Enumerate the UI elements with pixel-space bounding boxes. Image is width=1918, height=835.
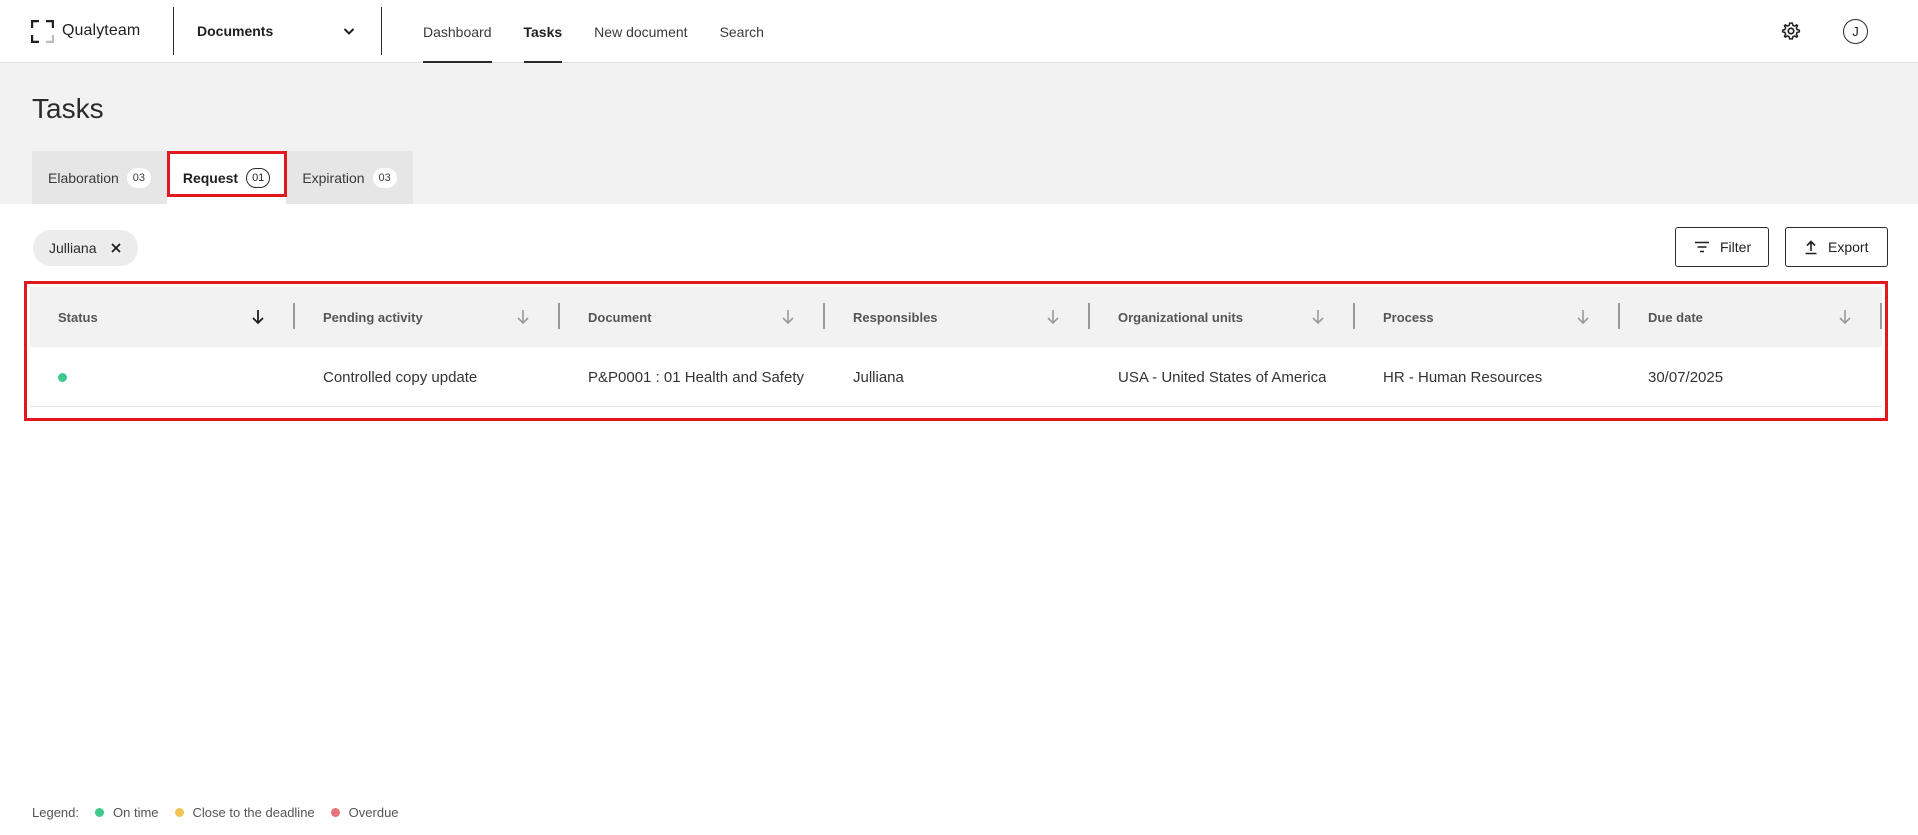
nav-tasks[interactable]: Tasks [523, 0, 562, 63]
sort-arrow-icon[interactable] [1311, 309, 1325, 325]
column-header-responsibles[interactable]: Responsibles [825, 287, 1090, 347]
cell-document[interactable]: P&P0001 : 01 Health and Safety [560, 347, 825, 407]
status-dot [58, 372, 67, 382]
column-label: Responsibles [853, 309, 938, 325]
column-header-pending-activity[interactable]: Pending activity [295, 287, 560, 347]
sort-arrow-icon[interactable] [251, 309, 265, 325]
column-label: Organizational units [1118, 309, 1243, 325]
export-button-label: Export [1828, 239, 1869, 255]
cell-responsibles: Julliana [825, 347, 1090, 407]
filter-button-label: Filter [1720, 239, 1752, 255]
cell-organizational-units: USA - United States of America [1090, 347, 1355, 407]
tab-request[interactable]: Request 01 [166, 151, 287, 204]
sort-arrow-icon[interactable] [1576, 309, 1590, 325]
legend-item-overdue: Overdue [330, 805, 399, 820]
page-title: Tasks [32, 93, 104, 124]
organizational-units-text: USA - United States of America [1118, 368, 1327, 386]
tab-label: Elaboration [48, 169, 119, 186]
cell-process: HR - Human Resources [1355, 347, 1620, 407]
main-nav: Dashboard Tasks New document Search [423, 0, 796, 63]
legend-item-label: On time [113, 805, 159, 820]
status-legend: Legend: On time Close to the deadline Ov… [32, 805, 415, 820]
legend-dot [174, 808, 184, 817]
gear-icon[interactable] [1781, 21, 1801, 41]
page-header: Tasks Elaboration 03 Request 01 Expirati… [0, 63, 1918, 204]
filter-button[interactable]: Filter [1675, 227, 1769, 267]
tab-label: Expiration [302, 169, 365, 186]
tab-elaboration[interactable]: Elaboration 03 [32, 151, 167, 204]
column-header-document[interactable]: Document [560, 287, 825, 347]
column-label: Pending activity [323, 309, 423, 325]
chevron-down-icon [343, 28, 355, 35]
top-bar: Qualyteam Documents Dashboard Tasks New … [0, 0, 1918, 63]
table-row[interactable]: Controlled copy update P&P0001 : 01 Heal… [30, 347, 1882, 407]
filter-icon [1695, 241, 1709, 253]
app-name: Qualyteam [62, 22, 141, 39]
document-text: P&P0001 : 01 Health and Safety [588, 368, 804, 386]
module-select-value: Documents [197, 23, 274, 39]
column-label: Due date [1648, 309, 1703, 325]
app-logo[interactable]: Qualyteam [31, 19, 140, 43]
legend-item-close-to-deadline: Close to the deadline [174, 805, 315, 820]
legend-dot [95, 808, 104, 817]
legend-item-label: Overdue [348, 805, 399, 820]
sort-arrow-icon[interactable] [1838, 309, 1852, 325]
tab-count-badge: 03 [126, 167, 151, 188]
column-label: Document [588, 309, 652, 325]
logo-mark-icon [31, 19, 54, 43]
filter-chip-label: Julliana [49, 240, 97, 256]
column-header-status[interactable]: Status [30, 287, 295, 347]
due-date-text: 30/07/2025 [1648, 368, 1724, 386]
cell-status [30, 347, 295, 407]
column-label: Process [1383, 309, 1434, 325]
close-icon[interactable] [110, 242, 122, 254]
avatar-initial: J [1852, 24, 1859, 39]
user-avatar[interactable]: J [1843, 19, 1868, 44]
nav-search[interactable]: Search [720, 0, 764, 63]
legend-dot [330, 808, 340, 817]
sort-arrow-icon[interactable] [1046, 309, 1060, 325]
tasks-table: Status Pending activity Document Respons… [30, 287, 1882, 407]
column-label: Status [58, 309, 98, 325]
nav-new-document[interactable]: New document [594, 0, 687, 63]
tab-label: Request [182, 169, 239, 186]
tab-count-badge: 01 [246, 167, 271, 188]
cell-pending-activity: Controlled copy update [295, 347, 560, 407]
column-header-due-date[interactable]: Due date [1620, 287, 1882, 347]
task-tabs: Elaboration 03 Request 01 Expiration 03 [32, 151, 413, 204]
module-select[interactable]: Documents [173, 7, 382, 55]
cell-due-date: 30/07/2025 [1620, 347, 1882, 407]
table-header: Status Pending activity Document Respons… [30, 287, 1882, 347]
legend-label: Legend: [32, 805, 79, 820]
sort-arrow-icon[interactable] [781, 309, 795, 325]
sort-arrow-icon[interactable] [516, 309, 530, 325]
responsibles-text: Julliana [853, 368, 904, 386]
divider [381, 7, 382, 55]
process-text: HR - Human Resources [1383, 368, 1543, 386]
export-button[interactable]: Export [1785, 227, 1888, 267]
filter-chip[interactable]: Julliana [33, 230, 139, 266]
tab-expiration[interactable]: Expiration 03 [286, 151, 413, 204]
column-header-process[interactable]: Process [1355, 287, 1620, 347]
column-divider[interactable] [1880, 303, 1882, 329]
upload-icon [1805, 239, 1817, 254]
nav-dashboard[interactable]: Dashboard [423, 0, 492, 63]
legend-item-label: Close to the deadline [192, 805, 315, 820]
tab-count-badge: 03 [372, 167, 397, 188]
pending-activity-text: Controlled copy update [323, 368, 478, 386]
column-header-organizational-units[interactable]: Organizational units [1090, 287, 1355, 347]
legend-item-on-time: On time [95, 805, 159, 820]
